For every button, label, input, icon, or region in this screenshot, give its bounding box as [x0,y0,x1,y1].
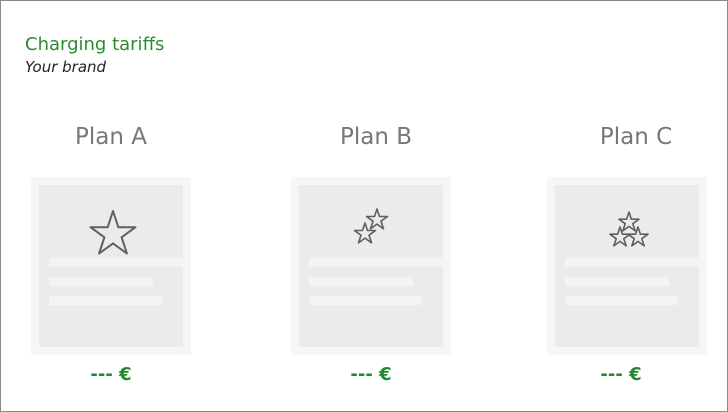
header: Charging tariffs Your brand [25,34,164,76]
plan-name: Plan C [599,124,673,150]
plan-card-content [39,185,185,347]
placeholder-line [565,258,701,267]
single-star-icon [89,210,137,255]
three-stars-icon [609,211,649,247]
placeholder-line [309,258,445,267]
tariffs-panel: Charging tariffs Your brand Plan A --- €… [0,0,728,412]
plan-price: --- € [350,364,392,385]
placeholder-line [309,296,422,305]
plan-card[interactable] [31,177,191,355]
plan-card[interactable] [547,177,707,355]
plan-name: Plan B [339,124,413,150]
placeholder-line [565,277,669,286]
two-stars-icon [353,208,389,244]
placeholder-line [309,277,413,286]
plan-price: --- € [90,364,132,385]
plan-card-content [555,185,701,347]
placeholder-line [49,296,162,305]
brand-subtitle: Your brand [25,58,107,76]
page-title: Charging tariffs [25,34,165,55]
placeholder-line [49,258,185,267]
plan-name: Plan A [75,124,147,150]
placeholder-line [565,296,678,305]
placeholder-line [49,277,153,286]
plan-price: --- € [600,364,642,385]
plan-card[interactable] [291,177,451,355]
plan-card-content [299,185,445,347]
